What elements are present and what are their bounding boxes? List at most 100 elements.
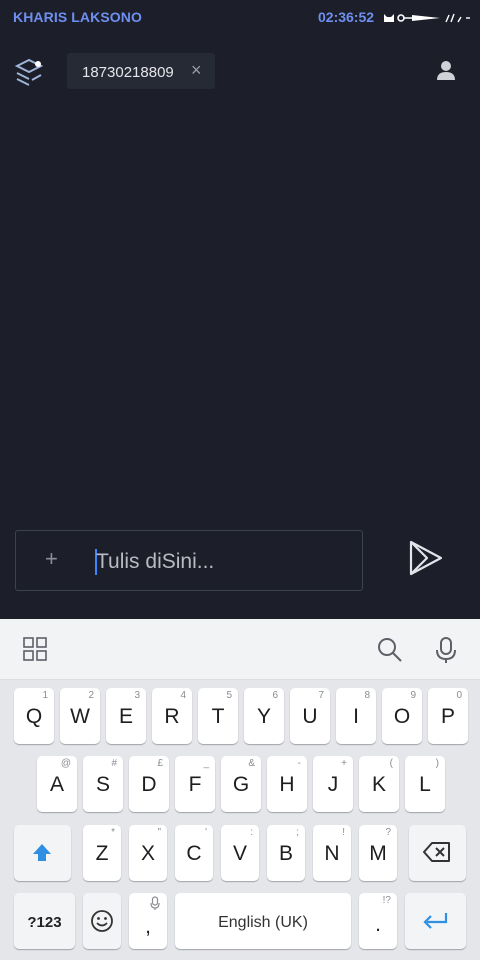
key-letter: X <box>140 842 155 865</box>
key-hint: £ <box>157 758 163 769</box>
key-c[interactable]: ' C <box>175 825 213 881</box>
key-hint: 8 <box>364 690 370 701</box>
key-letter: E <box>118 705 133 728</box>
key-w[interactable]: 2W <box>60 688 100 744</box>
key-o[interactable]: 9O <box>382 688 422 744</box>
key-hint: ) <box>435 758 439 769</box>
key-f[interactable]: _ F <box>175 756 215 812</box>
key-letter: M <box>369 842 387 865</box>
period-key[interactable]: !? . <box>359 893 397 949</box>
key-hint: - <box>297 758 301 769</box>
key-letter: T <box>211 705 225 728</box>
key-e[interactable]: 3E <box>106 688 146 744</box>
shift-arrow-icon <box>33 844 51 861</box>
attach-button[interactable]: + <box>45 548 58 570</box>
key-hint: 5 <box>226 690 232 701</box>
key-h[interactable]: -H <box>267 756 307 812</box>
key-q[interactable]: 1Q <box>14 688 54 744</box>
key-hint: ? <box>385 827 391 838</box>
key-hint: : <box>250 827 253 838</box>
key-hint: 3 <box>134 690 140 701</box>
grid-icon[interactable] <box>22 636 50 664</box>
key-x[interactable]: " X <box>129 825 167 881</box>
key-v[interactable]: :V <box>221 825 259 881</box>
key-p[interactable]: 0P <box>428 688 468 744</box>
period-label: . <box>375 913 381 936</box>
key-g[interactable]: & G <box>221 756 261 812</box>
key-hint: @ <box>60 758 71 769</box>
key-hint: ' <box>205 827 207 838</box>
key-j[interactable]: + J <box>313 756 353 812</box>
key-hint: & <box>248 758 255 769</box>
carrier-name: KHARIS LAKSONO <box>13 9 142 25</box>
compose-box: + <box>15 530 363 591</box>
key-letter: Z <box>95 842 109 865</box>
key-s[interactable]: # S <box>83 756 123 812</box>
key-k[interactable]: (K <box>359 756 399 812</box>
key-hint: * <box>111 827 115 838</box>
key-letter: Y <box>256 705 271 728</box>
key-hint: 7 <box>318 690 324 701</box>
key-hint: 4 <box>180 690 186 701</box>
key-letter: A <box>49 773 64 796</box>
key-hint: _ <box>203 758 209 769</box>
key-r[interactable]: 4R <box>152 688 192 744</box>
chip-close-icon[interactable]: × <box>191 60 202 80</box>
key-d[interactable]: £ D <box>129 756 169 812</box>
key-hint: 1 <box>42 690 48 701</box>
key-hint: 9 <box>410 690 416 701</box>
key-letter: P <box>440 705 455 728</box>
keyboard-toolbar <box>0 619 480 680</box>
recipient-number: 18730218809 <box>82 64 174 81</box>
key-hint: 0 <box>456 690 462 701</box>
period-hint: !? <box>382 895 391 906</box>
backspace-key[interactable] <box>409 825 466 881</box>
mic-hint-icon <box>150 896 160 910</box>
space-label: English (UK) <box>218 914 308 931</box>
key-letter: U <box>302 705 318 728</box>
microphone-icon[interactable] <box>432 636 460 664</box>
key-t[interactable]: 5T <box>198 688 238 744</box>
key-u[interactable]: 7U <box>290 688 330 744</box>
key-hint: ! <box>342 827 345 838</box>
signal-icon <box>445 13 470 23</box>
comma-key[interactable]: , <box>129 893 167 949</box>
search-icon[interactable] <box>376 636 404 664</box>
key-i[interactable]: 8I <box>336 688 376 744</box>
key-hint: 2 <box>88 690 94 701</box>
key-letter: R <box>164 705 180 728</box>
backspace-icon <box>423 842 450 862</box>
key-letter: C <box>186 842 202 865</box>
key-l[interactable]: ) L <box>405 756 445 812</box>
space-key[interactable]: English (UK) <box>175 893 351 949</box>
recipient-chip[interactable]: 18730218809 × <box>67 53 215 89</box>
shift-key[interactable] <box>14 825 71 881</box>
key-letter: K <box>371 773 386 796</box>
key-letter: H <box>279 773 295 796</box>
key-hint: 6 <box>272 690 278 701</box>
enter-key[interactable] <box>405 893 466 949</box>
message-input[interactable] <box>96 548 351 576</box>
key-a[interactable]: @ A <box>37 756 77 812</box>
key-y[interactable]: 6Y <box>244 688 284 744</box>
key-n[interactable]: ! N <box>313 825 351 881</box>
symbols-key[interactable]: ?123 <box>14 893 75 949</box>
emoji-key[interactable] <box>83 893 121 949</box>
key-letter: O <box>393 705 411 728</box>
send-arrow-icon[interactable] <box>405 537 447 579</box>
key-letter: G <box>232 773 250 796</box>
key-letter: D <box>141 773 157 796</box>
key-letter: B <box>278 842 293 865</box>
key-letter: N <box>324 842 340 865</box>
status-bar: KHARIS LAKSONO 02:36:52 <box>0 0 480 34</box>
key-letter: W <box>70 705 90 728</box>
cat-icon <box>384 14 394 22</box>
person-icon[interactable] <box>433 58 459 84</box>
key-letter: L <box>419 773 431 796</box>
key-m[interactable]: ? M <box>359 825 397 881</box>
enter-arrow-icon <box>423 913 448 929</box>
layers-icon[interactable] <box>14 56 44 88</box>
key-letter: I <box>353 705 359 728</box>
key-z[interactable]: * Z <box>83 825 121 881</box>
key-b[interactable]: ; B <box>267 825 305 881</box>
